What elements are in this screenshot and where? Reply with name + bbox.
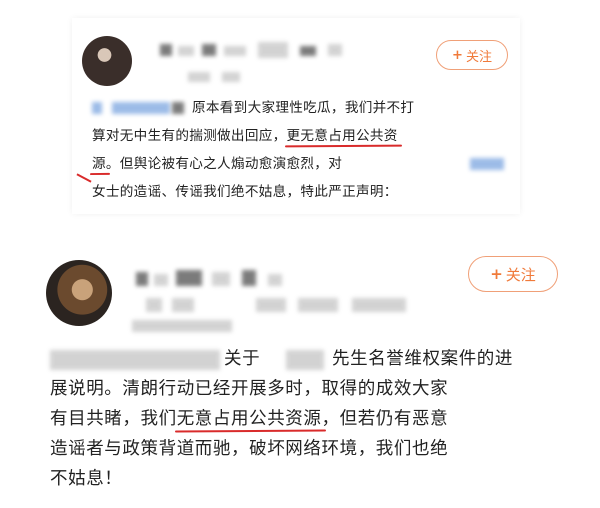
username-redacted <box>178 46 194 56</box>
follow-label: 关注 <box>465 49 492 65</box>
post-text-span: 算对无中生有的揣测做出回应， <box>92 128 287 144</box>
username-redacted <box>176 270 202 286</box>
post-text-line: 有目共睹，我们无意占用公共资源，但若仍有恶意 <box>50 404 448 434</box>
username[interactable] <box>160 44 172 56</box>
post-meta <box>222 72 240 82</box>
mention-redacted[interactable] <box>50 350 220 370</box>
post-text-line: 不姑息！ <box>50 469 123 489</box>
mention-redacted[interactable] <box>470 158 504 170</box>
username-redacted <box>268 274 282 286</box>
underlined-phrase: 无意占用公共资源 <box>176 409 322 429</box>
post-text-line: 原本看到大家理性吃瓜，我们并不打 <box>192 100 415 116</box>
username-redacted <box>242 270 256 286</box>
post-text-line: 先生名誉维权案件的进 <box>332 349 513 369</box>
post-meta <box>188 72 210 82</box>
underlined-phrase: 更无意占用公共资 <box>286 128 398 144</box>
avatar[interactable] <box>46 260 112 326</box>
username-redacted <box>154 274 168 286</box>
post-text-line: 展说明。清朗行动已经开展多时，取得的成效大家 <box>50 379 449 399</box>
username-redacted <box>224 46 246 56</box>
follow-button[interactable]: + 关注 <box>436 40 508 70</box>
post-text-span: ，但若仍有恶意 <box>321 409 449 429</box>
plus-icon: + <box>490 265 503 283</box>
post-meta <box>132 320 232 332</box>
mention-redacted <box>172 102 184 114</box>
post-text-span: 。但舆论被有心之人煽动愈演愈烈，对 <box>105 156 343 172</box>
username-redacted <box>212 272 230 286</box>
username-redacted <box>300 46 316 56</box>
name-redacted <box>286 350 324 370</box>
post-text-span: 有目共睹，我们 <box>50 409 177 429</box>
post-text-line: 源。但舆论被有心之人煽动愈演愈烈，对 <box>92 150 342 178</box>
post-meta <box>256 298 286 312</box>
post-card: + 关注 关于 先生名誉维权案件的进 展说明。清朗行动已经开展多时，取得的成效大… <box>36 246 558 508</box>
avatar[interactable] <box>82 36 132 86</box>
post-text-line: 关于 <box>224 349 261 369</box>
mention-redacted[interactable] <box>92 102 102 114</box>
follow-button[interactable]: + 关注 <box>468 256 558 292</box>
post-meta <box>172 298 194 312</box>
post-text-line: 算对无中生有的揣测做出回应，更无意占用公共资 <box>92 122 398 150</box>
username-redacted <box>328 44 342 56</box>
post-text-line: 造谣者与政策背道而驰，破坏网络环境，我们也绝 <box>50 439 449 459</box>
post-text-line: 女士的造谣、传谣我们绝不姑息，特此严正声明： <box>92 184 398 200</box>
post-meta <box>146 298 162 312</box>
post-card: + 关注 原本看到大家理性吃瓜，我们并不打 算对无中生有的揣测做出回应，更无意占… <box>72 18 520 214</box>
post-meta <box>298 298 338 312</box>
username-redacted <box>202 44 216 56</box>
username[interactable] <box>136 272 148 286</box>
mention-redacted[interactable] <box>112 102 170 114</box>
follow-label: 关注 <box>505 265 536 284</box>
plus-icon: + <box>452 47 463 63</box>
post-meta <box>352 298 406 312</box>
underlined-phrase: 源 <box>92 156 106 172</box>
username-redacted <box>258 42 288 58</box>
